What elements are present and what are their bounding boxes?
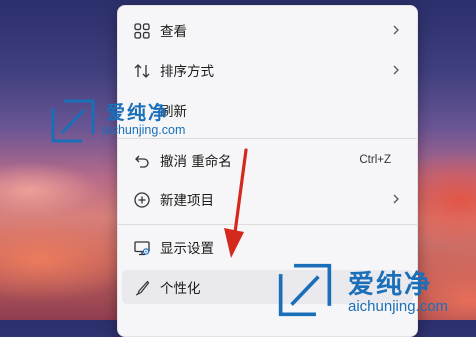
watermark-url: aichunjing.com bbox=[348, 298, 449, 315]
menu-item-view-label: 查看 bbox=[160, 24, 187, 40]
sort-icon bbox=[134, 64, 150, 78]
watermark-title: 爱纯净 bbox=[106, 102, 170, 124]
chevron-right-icon bbox=[393, 194, 399, 204]
menu-separator bbox=[118, 224, 417, 225]
watermark-logo-icon bbox=[278, 263, 332, 317]
watermark-large: 爱纯净 aichunjing.com bbox=[276, 262, 476, 320]
watermark-logo-icon bbox=[51, 99, 95, 143]
menu-item-sort[interactable]: 排序方式 bbox=[122, 53, 413, 87]
view-grid-icon bbox=[134, 23, 150, 39]
menu-item-undo-label: 撤消 重命名 bbox=[160, 154, 232, 170]
undo-icon bbox=[135, 155, 149, 168]
watermark-title: 爱纯净 bbox=[348, 270, 433, 300]
personalize-brush-icon bbox=[135, 280, 150, 296]
watermark-url: aichunjing.com bbox=[102, 123, 186, 137]
menu-item-personalize-label: 个性化 bbox=[160, 281, 201, 297]
chevron-right-icon bbox=[393, 65, 399, 75]
menu-item-new-label: 新建项目 bbox=[160, 193, 214, 209]
menu-item-display-settings[interactable]: 显示设置 bbox=[122, 230, 413, 264]
chevron-right-icon bbox=[393, 25, 399, 35]
menu-item-sort-label: 排序方式 bbox=[160, 64, 214, 80]
menu-item-undo-rename[interactable]: 撤消 重命名 Ctrl+Z bbox=[122, 143, 413, 177]
menu-item-new[interactable]: 新建项目 bbox=[122, 182, 413, 216]
watermark-small: 爱纯净 aichunjing.com bbox=[50, 98, 200, 144]
menu-item-display-settings-label: 显示设置 bbox=[160, 241, 214, 257]
undo-shortcut: Ctrl+Z bbox=[359, 154, 391, 166]
menu-item-view[interactable]: 查看 bbox=[122, 13, 413, 47]
new-item-icon bbox=[134, 192, 150, 208]
display-settings-icon bbox=[134, 241, 150, 256]
